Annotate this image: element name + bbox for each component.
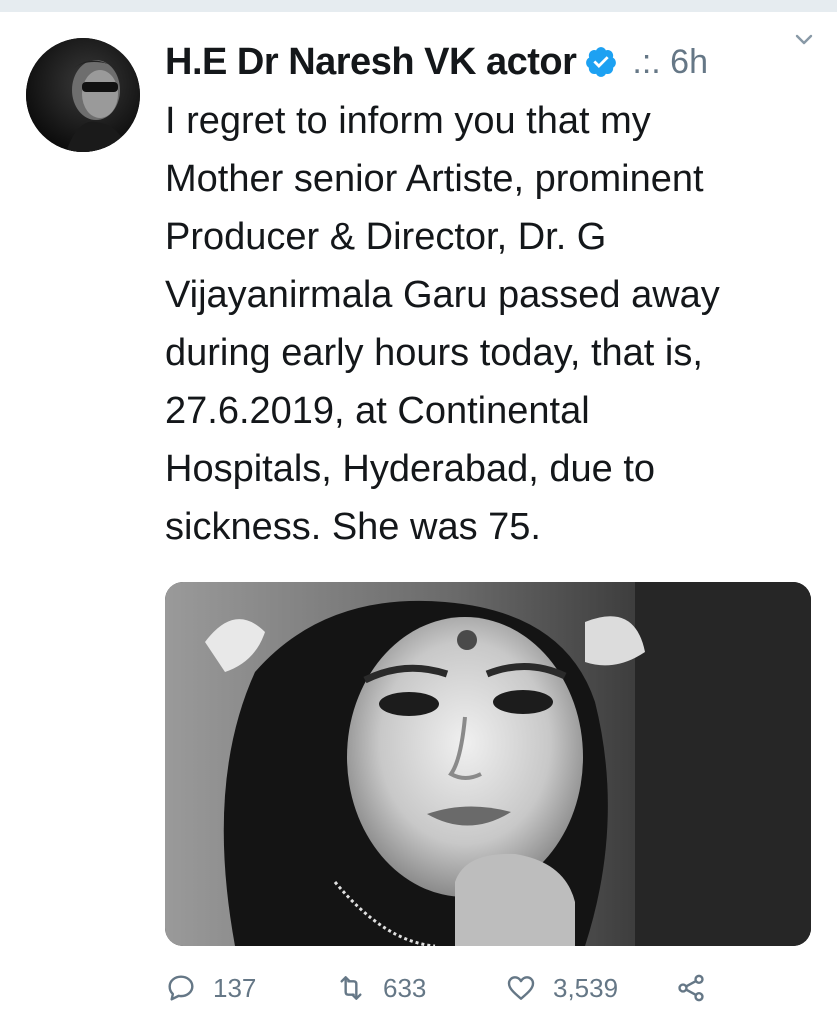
display-name[interactable]: H.E Dr Naresh VK actor [165, 41, 577, 84]
share-button[interactable] [675, 972, 707, 1004]
tweet-meta-time: .:. 6h [632, 42, 708, 81]
reply-count: 137 [213, 972, 257, 1003]
like-button[interactable]: 3,539 [505, 972, 675, 1004]
retweet-button[interactable]: 633 [335, 972, 505, 1004]
tweet-media-photo[interactable] [165, 582, 811, 946]
heart-icon [507, 976, 535, 1000]
avatar[interactable] [26, 38, 140, 152]
tweet-card[interactable]: H.E Dr Naresh VK actor .:. 6h I regret t… [0, 12, 837, 1024]
reply-button[interactable]: 137 [165, 972, 335, 1004]
portrait-photo [165, 582, 811, 946]
tweet-header: H.E Dr Naresh VK actor .:. 6h [165, 34, 817, 90]
chevron-down-icon[interactable] [791, 26, 817, 52]
avatar-photo [26, 38, 140, 152]
reply-icon [168, 975, 194, 1001]
top-divider [0, 0, 837, 12]
tweet-text: I regret to inform you that my Mother se… [165, 100, 720, 548]
verified-badge-icon [584, 45, 618, 79]
retweet-count: 633 [383, 972, 427, 1003]
like-count: 3,539 [553, 972, 619, 1003]
retweet-icon [340, 976, 362, 1000]
share-icon [678, 974, 704, 1002]
tweet-actions: 137 633 3,539 [165, 968, 765, 1008]
